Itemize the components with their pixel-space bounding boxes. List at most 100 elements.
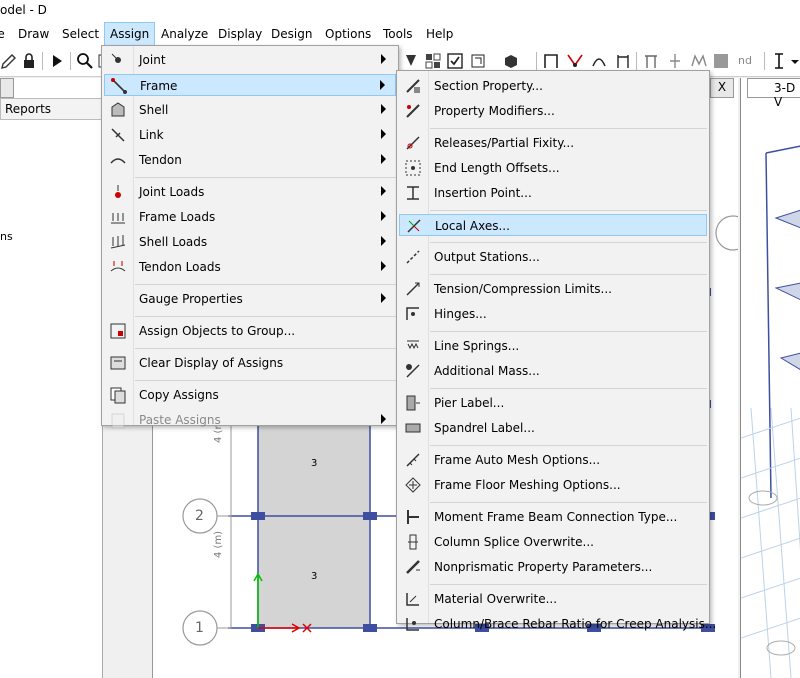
gray-block-icon[interactable] [712,52,730,70]
nonprismatic-icon [406,560,420,574]
brace-shape-icon[interactable] [566,52,584,70]
frame-submenu-item-property-modifiers[interactable]: Property Modifiers... [399,100,707,122]
menu-item-label: Insertion Point... [434,186,532,200]
link-icon [111,128,125,142]
menu-item-label: Frame Floor Meshing Options... [434,478,621,492]
arc-shape-icon[interactable] [590,52,608,70]
menu-separator [430,242,707,243]
frame-submenu-item-insertion-point[interactable]: Insertion Point... [399,182,707,204]
menu-item-label: Frame [140,79,178,93]
box-dropdown-icon[interactable] [470,52,488,70]
frame-submenu-item-releases-partial-fixity[interactable]: Releases/Partial Fixity... [399,132,707,154]
chevron-right-icon [381,154,386,164]
assign-menu-item-clear-display-of-assigns[interactable]: Clear Display of Assigns [104,352,396,374]
menu-item-label: Property Modifiers... [434,104,555,118]
menu-bar: le Draw Select Assign Analyze Display De… [0,22,800,46]
truss-shape-icon[interactable] [690,52,708,70]
menu-item-label: Gauge Properties [139,292,243,306]
menu-display[interactable]: Display [218,22,262,46]
cube-dropdown-icon[interactable] [502,52,520,70]
lock-icon[interactable] [20,52,38,70]
assign-menu-item-link[interactable]: Link [104,124,396,146]
pencil-icon[interactable] [0,52,18,70]
checkbox-icon[interactable] [446,52,464,70]
menu-tools[interactable]: Tools [383,22,413,46]
frame-submenu-item-frame-floor-meshing-options[interactable]: Frame Floor Meshing Options... [399,474,707,496]
property-modifiers-icon [406,104,420,118]
frame-submenu-item-moment-frame-beam-connection-type[interactable]: Moment Frame Beam Connection Type... [399,506,707,528]
frame-submenu-item-nonprismatic-property-parameters[interactable]: Nonprismatic Property Parameters... [399,556,707,578]
menu-separator [430,274,707,275]
chevron-right-icon [380,80,385,90]
column-shape-icon[interactable] [614,52,632,70]
spring-shape-icon[interactable] [666,52,684,70]
menu-help[interactable]: Help [426,22,453,46]
menu-separator [135,177,396,178]
frame-shape-icon[interactable] [542,52,560,70]
menu-assign[interactable]: Assign [104,22,156,46]
menu-item-label: Frame Auto Mesh Options... [434,453,601,467]
menu-item-label: Nonprismatic Property Parameters... [434,560,653,574]
menu-select[interactable]: Select [62,22,99,46]
3d-view-panel[interactable]: 3-D V [740,78,800,678]
assign-menu-item-gauge-properties[interactable]: Gauge Properties [104,288,396,310]
menu-design[interactable]: Design [271,22,312,46]
frame-submenu-item-hinges[interactable]: Hinges... [399,303,707,325]
frame-submenu-item-frame-auto-mesh-options[interactable]: Frame Auto Mesh Options... [399,449,707,471]
menu-file[interactable]: le [0,22,5,46]
frame-icon [111,78,127,94]
local-axes-icon [407,219,421,233]
frame-submenu-item-column-brace-rebar-ratio-for-creep-analysis[interactable]: Column/Brace Rebar Ratio for Creep Analy… [399,613,716,635]
frame-submenu-item-pier-label[interactable]: Pier Label... [399,392,707,414]
menu-item-label: Tendon Loads [139,260,221,274]
tree-item-fragment[interactable]: ns [0,230,13,243]
assign-menu-item-assign-objects-to-group[interactable]: Assign Objects to Group... [104,320,396,342]
assign-menu-item-joint-loads[interactable]: Joint Loads [104,181,396,203]
assign-menu-item-joint[interactable]: Joint [104,49,396,71]
menu-item-label: Frame Loads [139,210,216,224]
menu-separator [135,380,396,381]
zoom-icon[interactable] [76,52,94,70]
additional-mass-icon [406,364,420,378]
frame-submenu-item-additional-mass[interactable]: Additional Mass... [399,360,707,382]
link-shape-icon[interactable] [642,52,660,70]
menu-analyze[interactable]: Analyze [161,22,208,46]
frame-submenu-item-output-stations[interactable]: Output Stations... [399,246,707,268]
frame-submenu-item-tension-compression-limits[interactable]: Tension/Compression Limits... [399,278,707,300]
close-view-button[interactable]: X [710,78,734,98]
chevron-down-icon[interactable] [790,52,800,70]
joint-icon [111,53,121,63]
assign-menu-item-tendon[interactable]: Tendon [104,149,396,171]
frame-submenu-item-material-overwrite[interactable]: Material Overwrite... [399,588,707,610]
area-label: 3 [311,458,318,469]
explorer-tab[interactable] [0,78,14,98]
grid-select-icon[interactable] [424,52,442,70]
run-icon[interactable] [48,52,66,70]
frame-submenu-item-end-length-offsets[interactable]: End Length Offsets... [399,157,707,179]
menu-separator [430,584,707,585]
download-icon[interactable] [402,52,420,70]
assign-menu-item-shell-loads[interactable]: Shell Loads [104,231,396,253]
floor-meshing-icon [405,477,421,493]
frame-submenu-item-column-splice-overwrite[interactable]: Column Splice Overwrite... [399,531,707,553]
assign-menu-item-frame[interactable]: Frame [104,74,396,96]
assign-menu-item-paste-assigns[interactable]: Paste Assigns [104,409,396,431]
frame-submenu-item-local-axes[interactable]: Local Axes... [399,214,707,236]
copy-icon [110,387,126,404]
assign-menu-item-copy-assigns[interactable]: Copy Assigns [104,384,396,406]
menu-options[interactable]: Options [325,22,371,46]
frame-submenu-item-spandrel-label[interactable]: Spandrel Label... [399,417,707,439]
assign-menu-item-tendon-loads[interactable]: Tendon Loads [104,256,396,278]
tendon-loads-icon [110,261,126,272]
reports-tab[interactable]: Reports [0,98,102,120]
assign-menu: Joint Frame Shell Link Tendon Joint Loads Fram… [101,45,399,429]
frame-submenu-item-line-springs[interactable]: Line Springs... [399,335,707,357]
frame-submenu: Section Property... Property Modifiers...… [396,70,716,631]
material-overwrite-icon [406,593,419,606]
menu-draw[interactable]: Draw [18,22,49,46]
assign-menu-item-shell[interactable]: Shell [104,99,396,121]
assign-menu-item-frame-loads[interactable]: Frame Loads [104,206,396,228]
text-cursor-icon[interactable] [770,52,788,70]
menu-item-label: Pier Label... [434,396,505,410]
frame-submenu-item-section-property[interactable]: Section Property... [399,75,707,97]
